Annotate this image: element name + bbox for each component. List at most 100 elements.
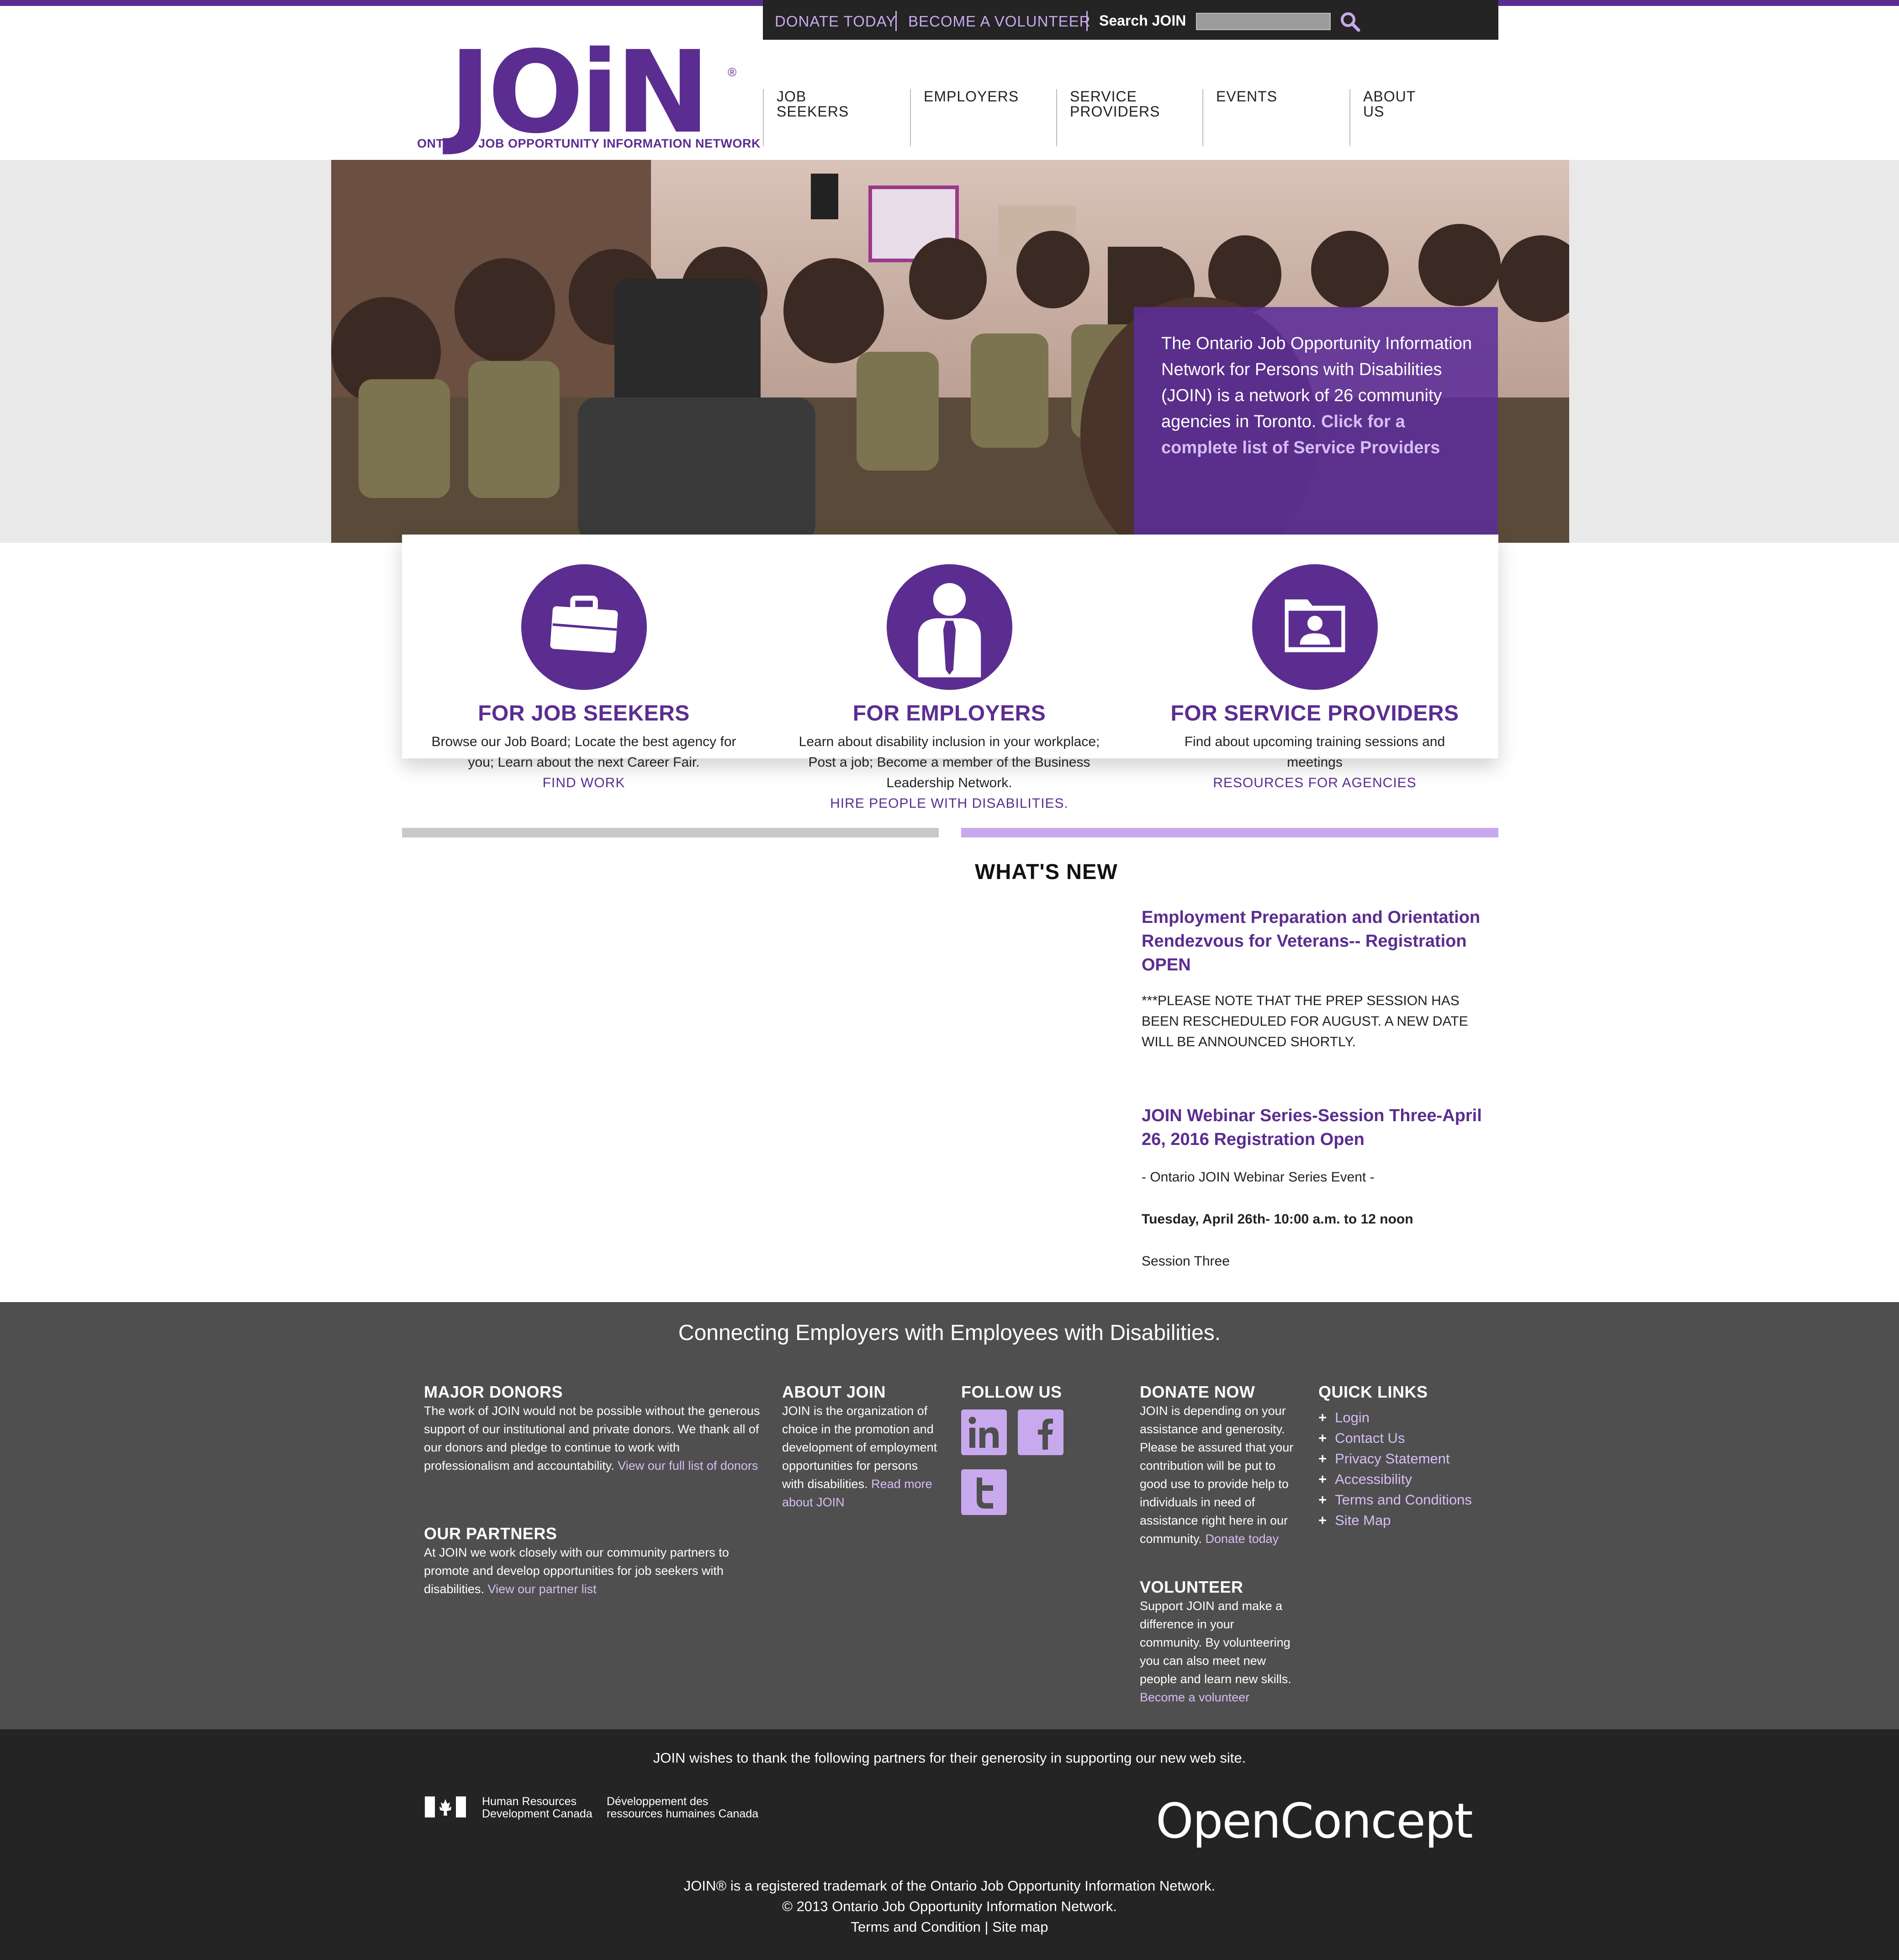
volunteer-text: Support JOIN and make a difference in yo… [1140, 1597, 1297, 1706]
utility-separator [1086, 11, 1088, 31]
partners-text: At JOIN we work closely with our communi… [424, 1543, 744, 1598]
logo-subtitle: ONTARIO JOB OPPORTUNITY INFORMATION NETW… [417, 137, 761, 150]
become-volunteer-footer-link[interactable]: Become a volunteer [1140, 1690, 1249, 1704]
nav-service-providers[interactable]: SERVICE PROVIDERS [1070, 89, 1160, 119]
folder-person-icon[interactable] [1252, 564, 1378, 690]
plus-icon: + [1318, 1471, 1327, 1487]
footer-donors: MAJOR DONORS The work of JOIN would not … [424, 1383, 762, 1475]
quick-link-label: Accessibility [1335, 1471, 1412, 1487]
nav-separator [1349, 89, 1350, 146]
news-item: JOIN Webinar Series-Session Three-April … [1142, 1104, 1489, 1271]
hire-people-link[interactable]: HIRE PEOPLE WITH DISABILITIES. [830, 796, 1069, 811]
search-input[interactable] [1196, 13, 1331, 30]
copyright-text: © 2013 Ontario Job Opportunity Informati… [782, 1898, 1117, 1914]
nav-label: EMPLOYERS [924, 88, 1019, 105]
whats-new-heading: WHAT'S NEW [975, 859, 1118, 884]
twitter-icon[interactable] [961, 1469, 1007, 1515]
quick-link-sitemap[interactable]: + Site Map [1318, 1510, 1510, 1531]
footer-donate: DONATE NOW JOIN is depending on your ass… [1140, 1383, 1297, 1548]
footer-tagline: Connecting Employers with Employees with… [678, 1321, 1221, 1345]
hero-text: The Ontario Job Opportunity Information … [1161, 334, 1472, 431]
nav-separator [910, 89, 911, 146]
nav-label: PROVIDERS [1070, 103, 1160, 120]
news-line: - Ontario JOIN Webinar Series Event - [1142, 1170, 1375, 1185]
nav-about-us[interactable]: ABOUT US [1363, 89, 1416, 119]
quick-link-terms[interactable]: + Terms and Conditions [1318, 1489, 1510, 1510]
news-title-link[interactable]: Employment Preparation and Orientation R… [1142, 908, 1480, 975]
nav-label: JOB [777, 88, 807, 105]
footer-about: ABOUT JOIN JOIN is the organization of c… [782, 1383, 940, 1511]
donors-list-link[interactable]: View our full list of donors [618, 1459, 758, 1473]
donors-text: The work of JOIN would not be possible w… [424, 1402, 762, 1475]
hrdc-english: Human Resources Development Canada [482, 1796, 592, 1820]
businessman-icon[interactable] [886, 564, 1012, 690]
quick-link-label: Terms and Conditions [1335, 1492, 1472, 1508]
news-line: Tuesday, April 26th- 10:00 a.m. to 12 no… [1142, 1212, 1413, 1227]
footer-volunteer: VOLUNTEER Support JOIN and make a differ… [1140, 1578, 1297, 1706]
nav-job-seekers[interactable]: JOB SEEKERS [777, 89, 849, 119]
utility-separator [895, 11, 897, 31]
openconcept-logo[interactable]: OpenConcept [1156, 1793, 1473, 1849]
hrdc-french: Développement des ressources humaines Can… [607, 1796, 758, 1820]
partner-thanks-text: JOIN wishes to thank the following partn… [653, 1750, 1246, 1766]
hrdc-line: Development Canada [482, 1807, 592, 1820]
logo-registered-mark: ® [728, 65, 737, 79]
nav-separator [1056, 89, 1057, 146]
quick-link-privacy[interactable]: + Privacy Statement [1318, 1448, 1510, 1469]
quick-link-label: Privacy Statement [1335, 1451, 1450, 1467]
donors-heading: MAJOR DONORS [424, 1383, 563, 1401]
find-work-link[interactable]: FIND WORK [543, 775, 625, 790]
search-icon[interactable] [1338, 10, 1361, 33]
follow-heading: FOLLOW US [961, 1383, 1062, 1401]
hrdc-line: ressources humaines Canada [607, 1807, 759, 1820]
feature-job-seekers: FOR JOB SEEKERS Browse our Job Board; Lo… [401, 564, 767, 793]
footer [0, 1302, 1899, 1729]
nav-label: SERVICE [1070, 88, 1137, 105]
feature-description: Browse our Job Board; Locate the best ag… [431, 734, 736, 770]
plus-icon: + [1318, 1512, 1327, 1528]
search-label: Search JOIN [1099, 12, 1186, 29]
quick-link-login[interactable]: + Login [1318, 1407, 1510, 1428]
terms-link[interactable]: Terms and Condition [851, 1919, 981, 1935]
briefcase-icon[interactable] [521, 564, 647, 690]
quick-link-label: Contact Us [1335, 1430, 1405, 1446]
partner-list-link[interactable]: View our partner list [488, 1582, 597, 1596]
quick-link-accessibility[interactable]: + Accessibility [1318, 1469, 1510, 1489]
nav-employers[interactable]: EMPLOYERS [924, 89, 1019, 104]
news-item: Employment Preparation and Orientation R… [1142, 906, 1489, 1052]
facebook-icon[interactable] [1018, 1409, 1063, 1455]
become-volunteer-link[interactable]: BECOME A VOLUNTEER [908, 13, 1090, 30]
section-divider-left [402, 828, 939, 837]
about-heading: ABOUT JOIN [782, 1383, 886, 1401]
news-body: ***PLEASE NOTE THAT THE PREP SESSION HAS… [1142, 993, 1468, 1049]
resources-for-agencies-link[interactable]: RESOURCES FOR AGENCIES [1213, 775, 1416, 790]
quick-links-heading: QUICK LINKS [1318, 1383, 1428, 1401]
feature-service-providers: FOR SERVICE PROVIDERS Find about upcomin… [1132, 564, 1497, 793]
feature-title: FOR SERVICE PROVIDERS [1170, 701, 1459, 726]
hrdc-line: Développement des [607, 1795, 709, 1808]
donate-text: JOIN is depending on your assistance and… [1140, 1402, 1297, 1548]
hrdc-line: Human Resources [482, 1795, 577, 1808]
plus-icon: + [1318, 1492, 1327, 1508]
donate-today-link[interactable]: DONATE TODAY [775, 13, 896, 30]
feature-description: Learn about disability inclusion in your… [799, 734, 1100, 790]
plus-icon: + [1318, 1451, 1327, 1467]
feature-title: FOR EMPLOYERS [852, 701, 1046, 726]
nav-separator [763, 89, 764, 146]
volunteer-body: Support JOIN and make a difference in yo… [1140, 1599, 1291, 1686]
feature-employers: FOR EMPLOYERS Learn about disability inc… [767, 564, 1132, 814]
footer-follow: FOLLOW US [961, 1383, 1112, 1402]
donate-today-footer-link[interactable]: Donate today [1206, 1532, 1279, 1546]
donate-heading: DONATE NOW [1140, 1383, 1255, 1401]
join-logo[interactable]: JOiN ® ONTARIO JOB OPPORTUNITY INFORMATI… [413, 27, 761, 159]
hero-info-overlay: The Ontario Job Opportunity Information … [1134, 307, 1498, 535]
site-map-link[interactable]: Site map [992, 1919, 1048, 1935]
legal-links: Terms and Condition | Site map [0, 1919, 1899, 1935]
nav-events[interactable]: EVENTS [1216, 89, 1277, 104]
footer-quick-links: QUICK LINKS + Login + Contact Us + Privacy … [1318, 1383, 1510, 1531]
trademark-text: JOIN® is a registered trademark of the O… [683, 1878, 1216, 1894]
news-title-link[interactable]: JOIN Webinar Series-Session Three-April … [1142, 1106, 1482, 1149]
news-line: Session Three [1142, 1254, 1230, 1269]
linkedin-icon[interactable] [961, 1409, 1007, 1455]
quick-link-contact[interactable]: + Contact Us [1318, 1428, 1510, 1448]
